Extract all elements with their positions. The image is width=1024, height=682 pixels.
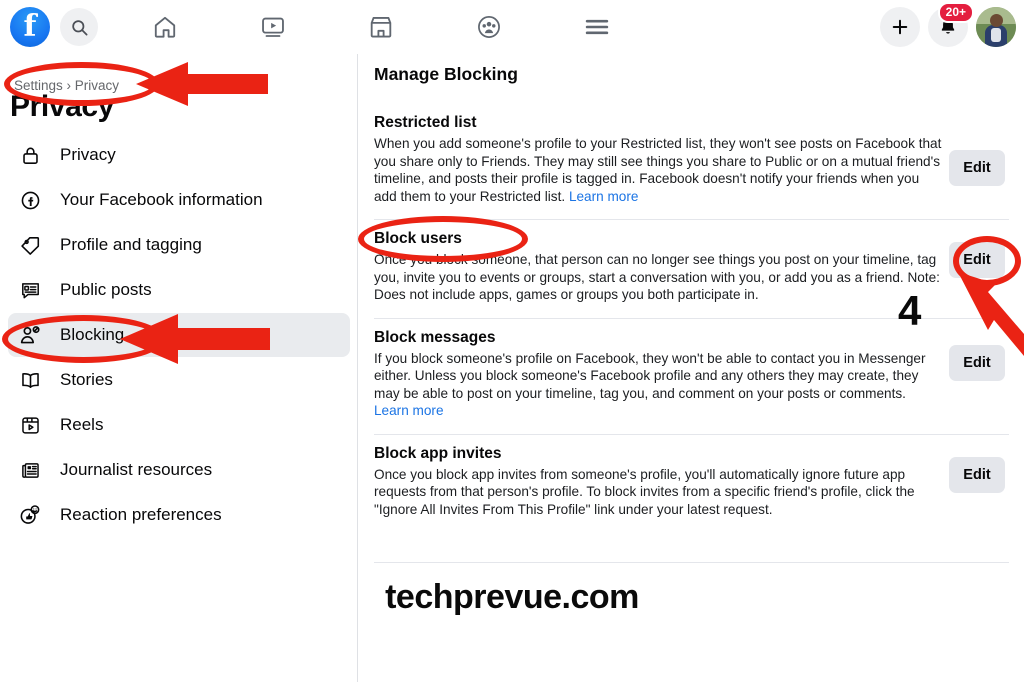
topbar-center-nav [150, 0, 612, 54]
marketplace-icon[interactable] [366, 12, 396, 42]
notification-badge: 20+ [937, 2, 974, 23]
sidebar-item-label: Your Facebook information [60, 190, 263, 209]
sidebar-item-label: Reaction preferences [60, 505, 222, 524]
section-description: Once you block app invites from someone'… [374, 466, 915, 517]
sidebar-item-reaction-preferences[interactable]: Reaction preferences [8, 493, 350, 537]
groups-icon[interactable] [474, 12, 504, 42]
avatar-shirt [991, 27, 1001, 42]
edit-button-block-app-invites[interactable]: Edit [949, 456, 1005, 493]
edit-button-restricted-list[interactable]: Edit [949, 150, 1005, 186]
sidebar-item-profile-and-tagging[interactable]: Profile and tagging [8, 223, 350, 267]
facebook-privacy-settings-page: f 20+ Settings › Privacy Privacy Privacy… [0, 0, 1024, 682]
section-block-users: Block users Once you block someone, that… [374, 219, 1009, 318]
section-description: When you add someone's profile to your R… [374, 135, 944, 205]
top-navigation-bar: f 20+ [0, 0, 1024, 54]
section-heading: Block users [374, 230, 462, 247]
topbar-left-group: f [0, 7, 98, 47]
sidebar-item-stories[interactable]: Stories [8, 358, 350, 402]
profile-avatar[interactable] [976, 7, 1016, 47]
manage-blocking-title: Manage Blocking [374, 64, 518, 84]
sidebar-item-label: Profile and tagging [60, 235, 202, 254]
facebook-logo-letter: f [23, 9, 37, 44]
section-description: If you block someone's profile on Facebo… [374, 350, 944, 420]
reels-play-icon [16, 411, 44, 439]
section-restricted-list: Restricted list When you add someone's p… [374, 104, 1009, 219]
section-heading: Block messages [374, 328, 496, 346]
tag-icon [16, 231, 44, 259]
sidebar-item-privacy[interactable]: Privacy [8, 133, 350, 177]
watermark: techprevue.com [385, 578, 639, 616]
sidebar-item-label: Privacy [60, 145, 116, 164]
section-block-messages: Block messages If you block someone's pr… [374, 317, 1009, 434]
facebook-circle-icon [16, 186, 44, 214]
section-heading: Restricted list [374, 114, 477, 131]
bell-icon[interactable]: 20+ [928, 2, 974, 47]
search-icon[interactable] [60, 8, 98, 46]
facebook-logo-icon[interactable]: f [10, 7, 50, 47]
plus-icon[interactable] [880, 7, 920, 47]
sidebar-item-label: Journalist resources [60, 460, 213, 479]
avatar-head [989, 13, 1003, 27]
blocking-sections-list: Restricted list When you add someone's p… [374, 104, 1009, 532]
section-description-text: When you add someone's profile to your R… [374, 136, 942, 204]
video-icon[interactable] [258, 12, 288, 42]
edit-button-block-users[interactable]: Edit [949, 242, 1005, 278]
section-description: Once you block someone, that person can … [374, 252, 940, 302]
sidebar-item-label: Blocking [60, 325, 125, 344]
edit-button-block-messages[interactable]: Edit [949, 344, 1005, 381]
lock-icon [16, 141, 44, 169]
sidebar-item-public-posts[interactable]: Public posts [8, 268, 350, 312]
section-description-text: If you block someone's profile on Facebo… [374, 350, 926, 401]
section-heading: Block app invites [374, 444, 502, 462]
learn-more-link[interactable]: Learn more [569, 189, 639, 204]
sidebar-item-journalist-resources[interactable]: Journalist resources [8, 448, 350, 492]
page-title: Privacy [10, 90, 114, 123]
sidebar-item-label: Public posts [60, 280, 152, 299]
sidebar-item-label: Reels [60, 415, 104, 434]
sidebar-item-reels[interactable]: Reels [8, 403, 350, 447]
bottom-divider [374, 562, 1009, 563]
sidebar-item-blocking[interactable]: Blocking [8, 313, 350, 357]
menu-icon[interactable] [582, 12, 612, 42]
learn-more-link[interactable]: Learn more [374, 403, 444, 418]
thumbs-up-emoji-icon [16, 501, 44, 529]
sidebar-nav-list: Privacy Your Facebook information Profil… [0, 132, 358, 538]
book-icon [16, 366, 44, 394]
topbar-right-group: 20+ [880, 0, 1016, 54]
sidebar-item-label: Stories [60, 370, 113, 389]
sidebar-item-your-facebook-information[interactable]: Your Facebook information [8, 178, 350, 222]
blocked-user-icon [16, 321, 44, 349]
home-icon[interactable] [150, 12, 180, 42]
newspaper-icon [16, 456, 44, 484]
section-block-app-invites: Block app invites Once you block app inv… [374, 433, 1009, 533]
comment-list-icon [16, 276, 44, 304]
